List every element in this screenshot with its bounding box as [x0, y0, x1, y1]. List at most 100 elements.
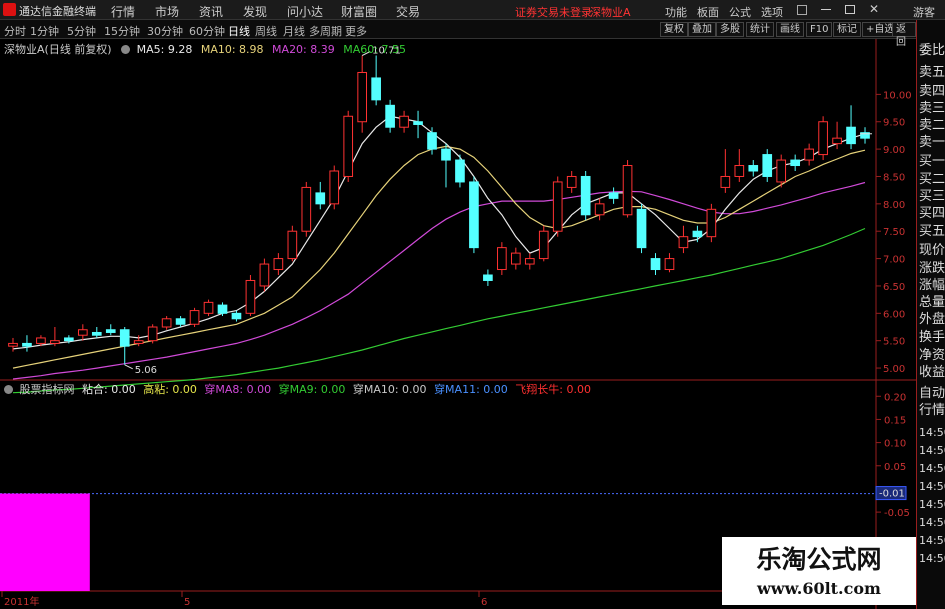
- candle: [818, 116, 828, 161]
- sidebar-buy1[interactable]: 买一: [919, 153, 945, 170]
- sidebar-earnings[interactable]: 收益: [919, 364, 945, 381]
- back-button[interactable]: 返回: [892, 22, 916, 48]
- candle: [706, 203, 717, 243]
- candle: [147, 324, 158, 344]
- main-legend: 深物业A(日线 前复权) MA5: 9.28 MA10: 8.98 MA20: …: [4, 41, 406, 57]
- candle-body-up: [133, 340, 144, 344]
- f10-button[interactable]: F10: [806, 22, 833, 37]
- sidebar-change-pct[interactable]: 涨幅: [919, 277, 945, 294]
- multi-stock-button[interactable]: 多股: [716, 22, 744, 37]
- ma20-label: MA20: 8.39: [272, 43, 335, 56]
- tab-fenshi[interactable]: 分时: [4, 23, 26, 39]
- settings-icon[interactable]: [121, 45, 131, 54]
- candle: [734, 149, 745, 182]
- candle-body-down: [385, 104, 395, 128]
- menu-banmian[interactable]: 板面: [697, 4, 719, 20]
- sidebar-sell3[interactable]: 卖三: [919, 100, 945, 117]
- minimize-icon[interactable]: [821, 9, 831, 10]
- menu-gongneng[interactable]: 功能: [665, 4, 687, 20]
- candle: [301, 181, 312, 237]
- menu-wenxiaoda[interactable]: 问小达: [287, 3, 323, 20]
- indicator-settings-icon[interactable]: [4, 385, 13, 394]
- candle-body-down: [469, 181, 479, 249]
- sidebar-change[interactable]: 涨跌: [919, 260, 945, 277]
- sidebar-buy2[interactable]: 买二: [919, 171, 945, 188]
- tab-5min[interactable]: 5分钟: [67, 23, 96, 39]
- tab-monthly[interactable]: 月线: [283, 23, 305, 39]
- sidebar-buy3[interactable]: 买三: [919, 188, 945, 205]
- sidebar-turnover[interactable]: 换手: [919, 329, 945, 346]
- menu-faxian[interactable]: 发现: [243, 3, 267, 20]
- candle: [524, 253, 535, 270]
- menu-jiaoyi[interactable]: 交易: [396, 3, 420, 20]
- sidebar-buy5[interactable]: 买五: [919, 223, 945, 240]
- sidebar-outer-volume[interactable]: 外盘: [919, 311, 945, 328]
- candle: [259, 258, 270, 292]
- tab-15min[interactable]: 15分钟: [104, 23, 140, 39]
- low-price-label: 5.06: [135, 365, 157, 376]
- close-icon[interactable]: ✕: [869, 2, 879, 16]
- current-stock-name: 深物业A: [590, 6, 631, 19]
- candle-body-down: [427, 132, 437, 150]
- sidebar-buy4[interactable]: 买四: [919, 205, 945, 222]
- menu-xuanxiang[interactable]: 选项: [761, 4, 783, 20]
- user-icon[interactable]: [797, 5, 807, 15]
- sidebar-auto[interactable]: 自动: [919, 385, 945, 402]
- menu-hangqing[interactable]: 行情: [111, 3, 135, 20]
- candle: [538, 225, 549, 262]
- candle-body-down: [455, 159, 465, 183]
- y-tick-label: 6.00: [883, 309, 905, 320]
- y-tick-label: 6.50: [883, 282, 905, 293]
- kline-chart[interactable]: 5.00 5.50 6.00 6.50 7.00 7.50 8.00 8.50 9.00 9.50…: [0, 39, 916, 609]
- y-tick-label: 8.00: [883, 200, 905, 211]
- candle: [231, 310, 242, 322]
- sidebar-weibi[interactable]: 委比: [919, 42, 945, 59]
- sub-y-tick-label: 0.05: [884, 462, 906, 473]
- candle: [357, 55, 368, 133]
- tab-daily[interactable]: 日线: [228, 23, 250, 39]
- candle: [329, 165, 340, 210]
- mark-button[interactable]: 标记: [833, 22, 861, 37]
- candle: [22, 335, 32, 352]
- ma20-line: [12, 181, 866, 380]
- candle-body-down: [105, 329, 116, 333]
- candle: [510, 247, 521, 270]
- menu-shichang[interactable]: 市场: [155, 3, 179, 20]
- sidebar-time: 14:50: [919, 462, 945, 475]
- tab-multi-period[interactable]: 多周期: [309, 23, 342, 39]
- sidebar-sell1[interactable]: 卖一: [919, 134, 945, 151]
- indicator-ma9: 穿MA9: 0.00: [278, 383, 346, 396]
- guest-label[interactable]: 游客: [913, 4, 935, 20]
- sidebar-sell2[interactable]: 卖二: [919, 117, 945, 134]
- tab-30min[interactable]: 30分钟: [147, 23, 183, 39]
- sidebar-net-assets[interactable]: 净资: [919, 347, 945, 364]
- maximize-icon[interactable]: [845, 5, 855, 14]
- candle: [790, 154, 801, 171]
- menu-zixun[interactable]: 资讯: [199, 3, 223, 20]
- fuquan-button[interactable]: 复权: [660, 22, 688, 37]
- draw-line-button[interactable]: 画线: [776, 22, 804, 37]
- ma10-label: MA10: 8.98: [200, 43, 264, 56]
- sidebar-price[interactable]: 现价: [919, 242, 945, 259]
- sidebar-quote[interactable]: 行情: [919, 402, 945, 419]
- y-tick-label: 5.50: [883, 337, 905, 348]
- menu-gongshi[interactable]: 公式: [729, 4, 751, 20]
- sidebar-sell5[interactable]: 卖五: [919, 64, 945, 81]
- stats-button[interactable]: 统计: [746, 22, 774, 37]
- sidebar-sell4[interactable]: 卖四: [919, 83, 945, 100]
- watermark-name: 乐淘公式网: [756, 545, 882, 574]
- sidebar-volume[interactable]: 总量: [919, 294, 945, 311]
- overlay-button[interactable]: 叠加: [688, 22, 716, 37]
- candle: [846, 105, 856, 150]
- tab-60min[interactable]: 60分钟: [189, 23, 225, 39]
- candle-body-down: [413, 121, 423, 125]
- candle: [343, 110, 354, 182]
- menu-caifuquan[interactable]: 财富圈: [341, 3, 377, 20]
- tab-weekly[interactable]: 周线: [255, 23, 277, 39]
- tab-more[interactable]: 更多: [345, 23, 367, 39]
- indicator-title[interactable]: 股票指标网: [20, 383, 75, 396]
- candle-body-down: [441, 148, 451, 161]
- login-notice[interactable]: 证券交易未登录: [515, 4, 592, 20]
- tab-1min[interactable]: 1分钟: [30, 23, 59, 39]
- candle: [119, 327, 130, 365]
